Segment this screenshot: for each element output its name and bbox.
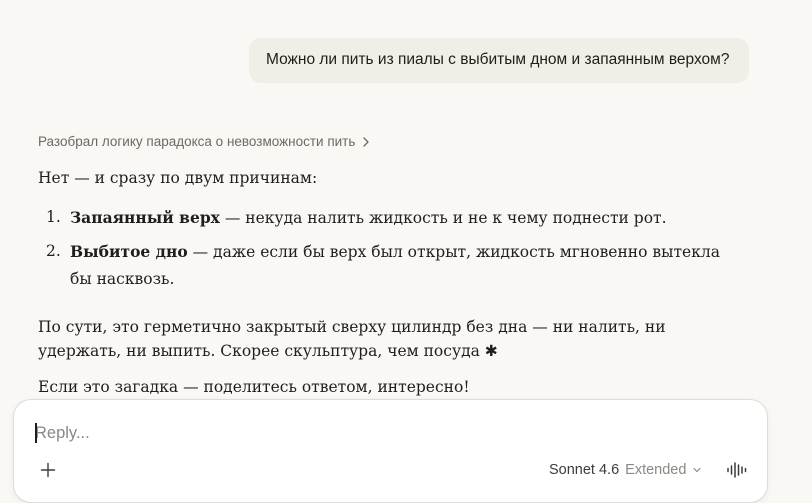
list-item-title: Запаянный верх: [70, 208, 220, 227]
user-message-bubble: Можно ли пить из пиалы с выбитым дном и …: [249, 38, 749, 83]
chevron-right-icon: [361, 136, 371, 148]
message-composer: Sonnet 4.6 Extended: [13, 399, 768, 503]
response-paragraph: По сути, это герметично закрытый сверху …: [38, 318, 666, 360]
model-selector-button[interactable]: Sonnet 4.6 Extended: [549, 462, 702, 478]
user-message-text: Можно ли пить из пиалы с выбитым дном и …: [266, 51, 730, 68]
response-list: 1. Запаянный верх — некуда налить жидкост…: [38, 204, 738, 293]
list-item-number: 2.: [46, 242, 61, 260]
thinking-summary-toggle[interactable]: Разобрал логику парадокса о невозможност…: [38, 134, 371, 149]
reply-input[interactable]: [35, 420, 735, 446]
model-name: Sonnet 4.6: [549, 462, 620, 478]
voice-mode-button[interactable]: [724, 460, 750, 484]
list-item: 2. Выбитое дно — даже если бы верх был от…: [38, 238, 738, 293]
list-item-number: 1.: [46, 208, 61, 226]
model-mode: Extended: [625, 462, 687, 478]
response-intro: Нет — и сразу по двум причинам:: [38, 169, 318, 187]
chevron-down-icon: [692, 465, 702, 475]
waveform-icon: [726, 461, 748, 483]
thinking-summary-text: Разобрал логику парадокса о невозможност…: [38, 134, 356, 149]
assistant-response: Нет — и сразу по двум причинам: 1. Запаян…: [38, 166, 738, 399]
response-closing: Если это загадка — поделитесь ответом, и…: [38, 378, 470, 396]
list-item: 1. Запаянный верх — некуда налить жидкост…: [38, 204, 738, 232]
plus-icon: [40, 462, 56, 482]
text-caret: [35, 423, 37, 443]
add-attachment-button[interactable]: [36, 460, 60, 484]
list-item-title: Выбитое дно: [70, 242, 188, 261]
list-item-text: — некуда налить жидкость и не к чему под…: [219, 209, 667, 227]
